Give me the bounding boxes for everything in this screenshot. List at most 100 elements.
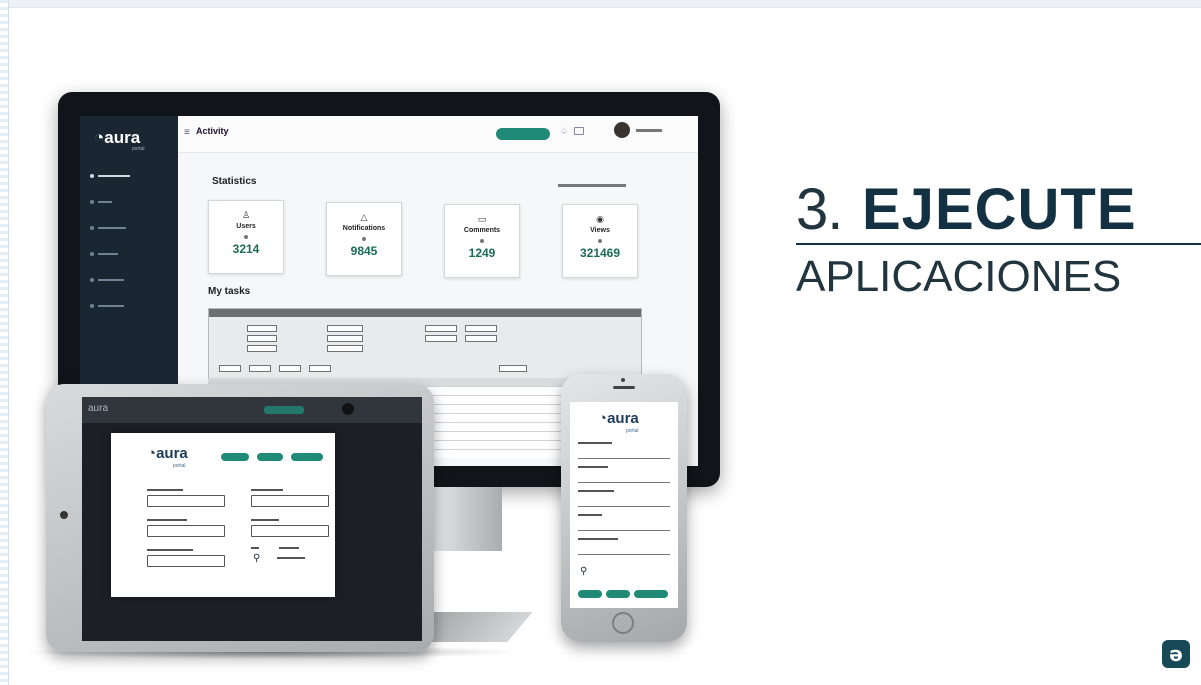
sidebar-item-label [98,175,130,177]
sidebar-item-2[interactable] [90,198,170,206]
notification-bell-icon[interactable]: ♤ [560,126,568,137]
filter-field[interactable] [327,325,363,332]
filter-field[interactable] [425,325,457,332]
sidebar-item-6[interactable] [90,302,170,310]
dialog-logo: ◔aura [147,445,188,462]
sidebar-dot-icon [90,174,94,178]
user-name [636,129,662,132]
filter-button[interactable] [219,365,241,372]
sidebar-item-label [98,305,124,307]
page-title: Activity [196,126,229,136]
user-icon: ♙ [241,211,251,221]
sidebar-item-label [98,279,124,281]
filter-button[interactable] [249,365,271,372]
aura-logo-icon: ◔ [147,445,157,462]
current-position-input[interactable] [251,495,329,507]
employee-name-input[interactable] [147,495,225,507]
sidebar-dot-icon [90,252,94,256]
sidebar-item-label [98,253,118,255]
tablet-screen: aura ◔aura portal ⚲ [82,397,422,641]
search-icon[interactable]: ⚲ [580,566,587,577]
eye-icon: ◉ [596,215,604,225]
date-input[interactable] [578,530,670,531]
filter-field[interactable] [465,325,497,332]
filter-button[interactable] [499,365,527,372]
stat-value: 3214 [232,242,260,256]
stat-dot [480,239,484,243]
bell-icon: △ [360,213,368,223]
tablet-home-button [60,511,68,519]
menu-icon[interactable]: ≡ [184,127,190,138]
stat-dot [598,239,602,243]
aura-logo-icon: ◔ [94,128,105,147]
tablet-topbar: aura [82,397,422,423]
filter-field[interactable] [327,345,363,352]
filter-button[interactable] [279,365,301,372]
aura-logo-icon: ◔ [598,410,608,427]
step-number: 3. [796,177,843,242]
tablet-action-button[interactable] [264,406,304,414]
dialog-button[interactable] [221,453,249,461]
left-strip [0,0,9,685]
department-select[interactable] [578,554,670,555]
stat-dot [362,237,366,241]
step-title: EJECUTE [862,177,1137,242]
phone-button[interactable] [606,590,630,598]
current-position-input[interactable] [578,482,670,483]
stat-card-notifications: △ Notifications 9845 [326,202,402,276]
filter-field[interactable] [247,335,277,342]
filter-field[interactable] [327,335,363,342]
filter-field[interactable] [247,325,277,332]
date-range [558,184,626,187]
phone-button[interactable] [578,590,602,598]
dialog-button[interactable] [291,453,323,461]
dialog-button[interactable] [257,453,283,461]
phone-button[interactable] [634,590,668,598]
comment-icon: ▭ [477,215,487,225]
chat-icon[interactable] [574,127,584,135]
tablet-brand: aura [88,403,109,414]
experience-input[interactable] [578,506,670,507]
avatar[interactable] [342,403,354,415]
stat-card-users: ♙ Users 3214 [208,200,284,274]
date-input[interactable] [251,525,329,537]
experience-input[interactable] [147,525,225,537]
filter-toolbar [209,309,641,317]
stat-value: 1249 [468,246,496,260]
filter-field[interactable] [425,335,457,342]
sidebar-dot-icon [90,200,94,204]
tasks-title: My tasks [208,286,251,297]
search-icon[interactable]: ⚲ [253,553,260,564]
filter-button[interactable] [309,365,331,372]
phone-camera [621,378,625,382]
field-label [147,549,193,551]
heading-divider [796,243,1201,245]
sidebar-item-4[interactable] [90,250,170,258]
field-label [147,489,183,491]
tablet-form-dialog: ◔aura portal ⚲ [111,433,335,597]
dialog-brand-sub: portal [173,463,186,469]
sidebar-item-3[interactable] [90,224,170,232]
sidebar-item-label [98,227,126,229]
department-select[interactable] [147,555,225,567]
field-label [578,490,614,492]
employee-name-input[interactable] [578,458,670,459]
field-label [578,538,618,540]
filter-field[interactable] [247,345,277,352]
stat-value: 9845 [350,244,378,258]
monitor-header: ≡ Activity ♤ [178,116,698,153]
filter-field[interactable] [465,335,497,342]
dialog-brand-text: aura [156,445,188,462]
field-label [578,514,602,516]
field-label [578,442,612,444]
sidebar-item-5[interactable] [90,276,170,284]
sidebar-dot-icon [90,278,94,282]
step-subtitle: APLICACIONES [796,252,1122,301]
radio-group[interactable] [277,557,305,559]
phone-brand-text: aura [607,410,639,427]
avatar[interactable] [614,122,630,138]
stat-label: Users [236,223,256,230]
phone-speaker [613,386,635,389]
new-request-button[interactable] [496,128,550,140]
sidebar-item-dashboard[interactable] [90,172,170,180]
